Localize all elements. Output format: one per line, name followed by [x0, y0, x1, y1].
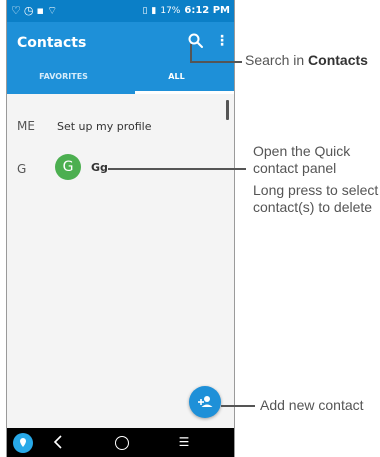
g-section-header: G — [17, 162, 27, 176]
add-person-icon — [198, 396, 213, 407]
back-icon[interactable] — [51, 433, 65, 451]
more-options-icon[interactable]: ⋮ — [215, 32, 229, 50]
me-section-header: ME — [17, 119, 35, 133]
avatar[interactable]: G — [55, 154, 81, 180]
search-callout-bold: Contacts — [308, 52, 368, 68]
quick-panel-line2: contact panel — [253, 160, 337, 176]
quick-panel-line1: Open the Quick — [253, 143, 351, 159]
long-press-callout: Long press to select contact(s) to delet… — [253, 182, 378, 216]
wifi-icon: ⌔ — [46, 4, 61, 17]
add-contact-button[interactable] — [189, 386, 221, 418]
battery-level: 17% — [160, 5, 181, 16]
assistant-icon[interactable] — [13, 433, 33, 453]
scrollbar-thumb[interactable] — [226, 100, 229, 120]
tab-all[interactable]: ALL — [120, 72, 233, 81]
home-icon[interactable] — [115, 436, 129, 450]
status-time: 6:12 PM — [184, 5, 230, 16]
image-icon: ▪ — [36, 4, 47, 17]
app-bar: Contacts ⋮ FAVORITES ALL — [7, 22, 234, 94]
status-bar: ♡◷▪⌔ ▯ ▮ 17% 6:12 PM — [7, 0, 234, 22]
status-icons-right: ▯ ▮ 17% 6:12 PM — [142, 5, 230, 16]
navigation-bar: ☰ — [7, 428, 234, 457]
location-pin-icon — [20, 438, 26, 447]
tab-favorites[interactable]: FAVORITES — [7, 72, 120, 81]
clock-icon: ◷ — [23, 4, 37, 17]
search-callout-line-vertical — [190, 44, 192, 62]
page-title: Contacts — [17, 35, 87, 51]
heart-icon: ♡ — [11, 4, 24, 17]
status-icons-left: ♡◷▪⌔ — [11, 4, 60, 18]
setup-profile-item[interactable]: Set up my profile — [57, 120, 151, 133]
search-callout: Search in Contacts — [245, 52, 368, 69]
add-contact-callout: Add new contact — [260, 397, 364, 413]
search-callout-prefix: Search in — [245, 52, 309, 68]
search-callout-line — [190, 61, 242, 63]
signal-icon: ▯ — [142, 5, 148, 16]
long-press-line1: Long press to select — [253, 182, 379, 198]
phone-screen: ♡◷▪⌔ ▯ ▮ 17% 6:12 PM Contacts ⋮ FAVORITE… — [6, 0, 235, 457]
battery-icon: ▮ — [151, 5, 157, 16]
add-contact-callout-line — [221, 405, 255, 407]
long-press-line2: contact(s) to delete — [253, 199, 373, 215]
contact-name[interactable]: Gg — [91, 161, 108, 174]
quick-panel-callout-line — [108, 168, 246, 170]
quick-panel-callout: Open the Quick contact panel — [253, 143, 350, 177]
contact-list: ME Set up my profile G G Gg — [7, 94, 234, 428]
recent-apps-icon[interactable]: ☰ — [178, 435, 190, 449]
